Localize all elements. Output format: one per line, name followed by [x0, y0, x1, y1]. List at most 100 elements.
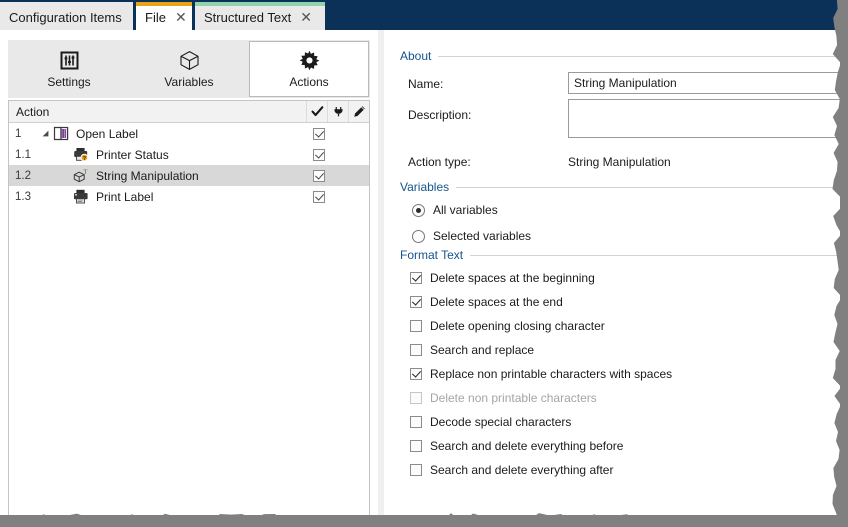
action-row-number: 1.3 — [9, 191, 39, 203]
expander-collapse-icon[interactable] — [39, 130, 51, 137]
group-variables: Variables — [400, 180, 840, 194]
group-divider-variables — [456, 187, 840, 188]
checkbox-label: Delete opening closing character — [430, 319, 605, 333]
action-list-header: Action — [9, 101, 369, 123]
column-header-action[interactable]: Action — [9, 101, 307, 122]
checkbox-label: Decode special characters — [430, 415, 571, 429]
checkbox-search-and-delete-everything-before[interactable]: Search and delete everything before — [410, 439, 623, 453]
tab-label-configuration-items: Configuration Items — [9, 10, 122, 25]
action-row-number: 1.1 — [9, 149, 39, 161]
checkbox-indicator — [410, 320, 422, 332]
checkbox-delete-opening-closing-character[interactable]: Delete opening closing character — [410, 319, 605, 333]
checkbox-indicator — [410, 416, 422, 428]
label-action-type: Action type: — [408, 155, 471, 169]
checkbox-label: Delete non printable characters — [430, 391, 597, 405]
action-list: Action — [8, 100, 370, 515]
action-list-rows: 1Open Label1.1?Printer Status1.2TString … — [9, 123, 369, 207]
ribbon-tab-label-actions: Actions — [289, 75, 328, 89]
radio-label: Selected variables — [433, 229, 531, 243]
checkbox-label: Replace non printable characters with sp… — [430, 367, 672, 381]
tab-configuration-items[interactable]: Configuration Items — [0, 2, 133, 30]
tab-file[interactable]: File ✕ — [136, 2, 192, 30]
action-row-label: Printer Status — [91, 148, 309, 162]
action-row-1[interactable]: 1 Open Label — [9, 123, 369, 144]
column-header-edit[interactable] — [349, 101, 369, 122]
tab-structured-text[interactable]: Structured Text ✕ — [195, 2, 325, 30]
radio-indicator — [412, 204, 425, 217]
svg-text:?: ? — [83, 156, 86, 162]
name-input[interactable] — [568, 72, 840, 94]
group-title-format-text: Format Text — [400, 248, 470, 262]
value-action-type: String Manipulation — [568, 155, 671, 169]
checkbox-indicator — [410, 368, 422, 380]
tab-bar: Configuration Items File ✕ Structured Te… — [0, 0, 840, 30]
checkbox-delete-spaces-at-the-beginning[interactable]: Delete spaces at the beginning — [410, 271, 595, 285]
checkbox-indicator — [410, 392, 422, 404]
radio-indicator — [412, 230, 425, 243]
action-row-number: 1 — [9, 128, 39, 140]
checkbox-decode-special-characters[interactable]: Decode special characters — [410, 415, 571, 429]
sliders-icon — [60, 50, 79, 72]
description-input[interactable] — [568, 99, 840, 138]
tab-label-structured-text: Structured Text — [204, 10, 291, 25]
checkbox-delete-spaces-at-the-end[interactable]: Delete spaces at the end — [410, 295, 563, 309]
checkbox-label: Search and delete everything before — [430, 439, 623, 453]
action-row-enabled-checkbox[interactable] — [309, 149, 329, 161]
ribbon-tab-actions[interactable]: Actions — [249, 41, 369, 97]
action-row-enabled-checkbox[interactable] — [309, 170, 329, 182]
power-plug-icon — [332, 105, 345, 118]
radio-all-variables[interactable]: All variables — [412, 203, 498, 217]
checkbox-label: Search and replace — [430, 343, 534, 357]
checkbox-label: Delete spaces at the beginning — [430, 271, 595, 285]
action-row-label: Open Label — [71, 127, 309, 141]
radio-label: All variables — [433, 203, 498, 217]
checkbox-indicator — [410, 296, 422, 308]
action-row-number: 1.2 — [9, 170, 39, 182]
checkbox-search-and-delete-everything-after[interactable]: Search and delete everything after — [410, 463, 613, 477]
checkbox-delete-non-printable-characters: Delete non printable characters — [410, 391, 597, 405]
tab-accent-file — [136, 2, 192, 6]
right-pane: About Name: Description: Action type: St… — [384, 30, 840, 515]
string-manipulation-icon: T — [71, 168, 91, 183]
group-title-variables: Variables — [400, 180, 456, 194]
group-about: About — [400, 49, 840, 63]
checkbox-label: Delete spaces at the end — [430, 295, 563, 309]
action-row-2[interactable]: 1.1? Printer Status — [9, 144, 369, 165]
checkbox-indicator — [410, 440, 422, 452]
close-icon-structured-text[interactable]: ✕ — [300, 10, 312, 24]
action-row-enabled-checkbox[interactable] — [309, 191, 329, 203]
action-row-label: Print Label — [91, 190, 309, 204]
ribbon-tabs: Settings Variables — [8, 40, 370, 98]
tab-accent-configuration-items — [0, 2, 133, 6]
printer-status-icon: ? — [71, 147, 91, 162]
column-header-power[interactable] — [328, 101, 349, 122]
group-divider-format-text — [470, 255, 840, 256]
checkbox-label: Search and delete everything after — [430, 463, 613, 477]
checkbox-replace-non-printable-characters-with-spaces[interactable]: Replace non printable characters with sp… — [410, 367, 672, 381]
group-divider-about — [438, 56, 840, 57]
checkbox-indicator — [410, 344, 422, 356]
left-pane: Settings Variables — [0, 30, 378, 515]
action-row-enabled-checkbox[interactable] — [309, 128, 329, 140]
ribbon-tab-variables[interactable]: Variables — [129, 41, 249, 97]
checkbox-indicator — [410, 272, 422, 284]
ribbon-tab-label-variables: Variables — [164, 75, 213, 89]
ribbon-tab-settings[interactable]: Settings — [9, 41, 129, 97]
enabled-check-icon — [311, 105, 324, 118]
radio-selected-variables[interactable]: Selected variables — [412, 229, 531, 243]
application-window: Configuration Items File ✕ Structured Te… — [0, 0, 840, 515]
checkbox-indicator — [410, 464, 422, 476]
checkbox-search-and-replace[interactable]: Search and replace — [410, 343, 534, 357]
gear-icon — [299, 50, 320, 72]
group-format-text: Format Text — [400, 248, 840, 262]
label-name: Name: — [408, 77, 443, 91]
ribbon-tab-label-settings: Settings — [47, 75, 90, 89]
action-row-4[interactable]: 1.3 Print Label — [9, 186, 369, 207]
tab-label-file: File — [145, 10, 166, 25]
action-row-3[interactable]: 1.2TString Manipulation — [9, 165, 369, 186]
close-icon-file[interactable]: ✕ — [175, 10, 187, 24]
open-label-icon — [51, 126, 71, 141]
svg-text:T: T — [83, 168, 87, 175]
tab-accent-structured-text — [195, 2, 325, 6]
column-header-enabled[interactable] — [307, 101, 328, 122]
